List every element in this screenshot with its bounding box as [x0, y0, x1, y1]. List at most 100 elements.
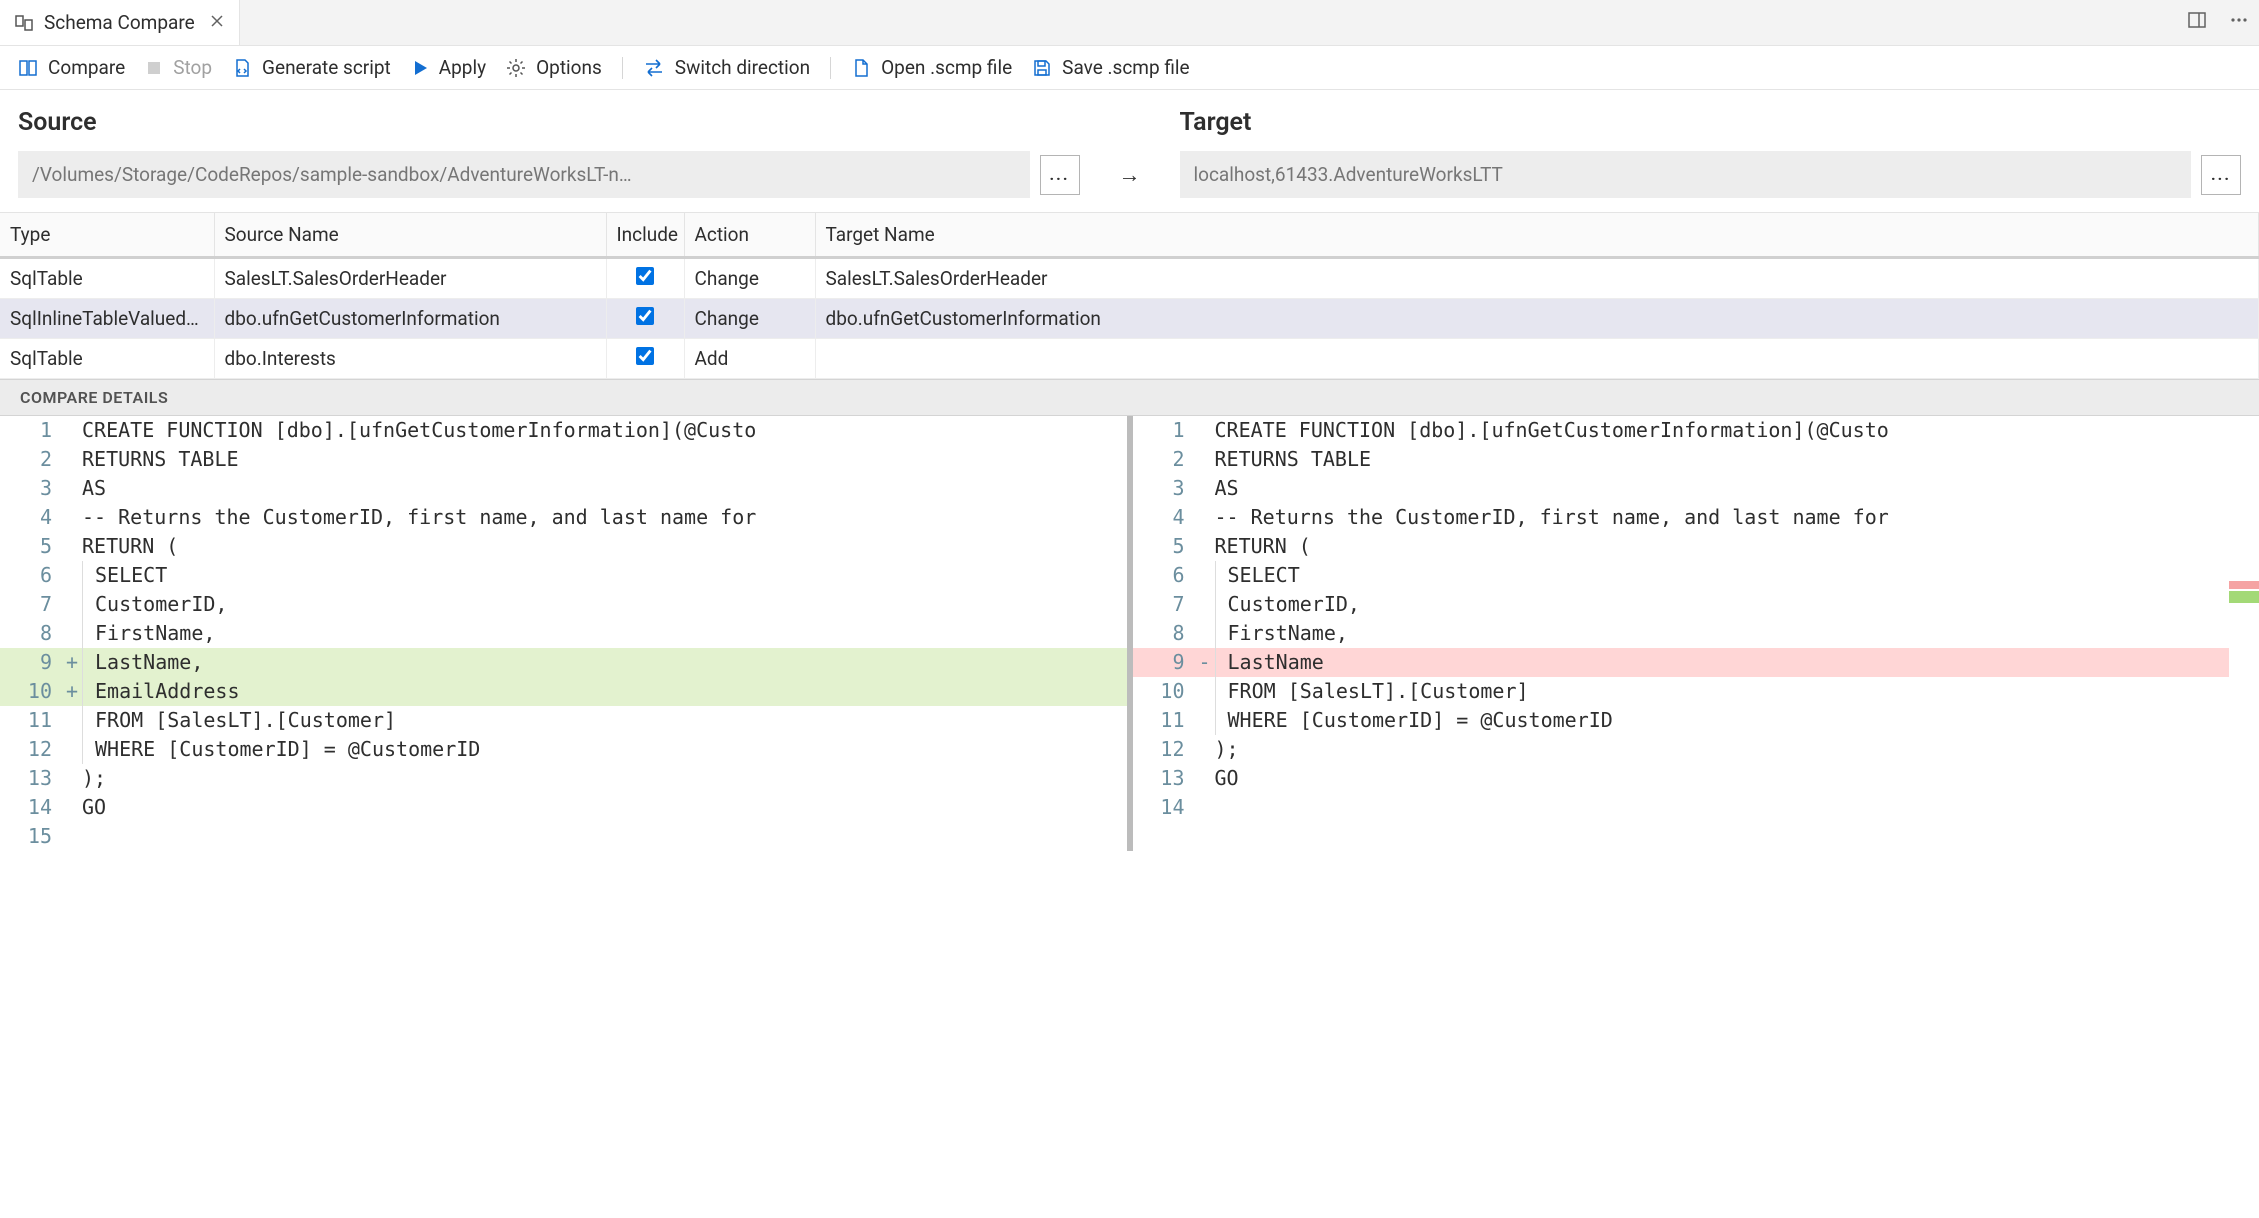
generate-script-button[interactable]: Generate script: [232, 56, 391, 79]
cell-include: [606, 299, 684, 339]
stop-label: Stop: [173, 56, 212, 79]
source-heading: Source: [18, 108, 1080, 137]
cell-source: SalesLT.SalesOrderHeader: [214, 258, 606, 299]
line-number: 12: [1133, 735, 1199, 764]
code-line: 11FROM [SalesLT].[Customer]: [0, 706, 1127, 735]
open-scmp-button[interactable]: Open .scmp file: [851, 56, 1012, 79]
line-text: GO: [80, 793, 1127, 822]
save-scmp-button[interactable]: Save .scmp file: [1032, 56, 1189, 79]
source-browse-button[interactable]: ...: [1040, 155, 1080, 195]
more-icon[interactable]: [2225, 6, 2253, 39]
line-number: 9: [1133, 648, 1199, 677]
toolbar-divider: [830, 57, 831, 79]
toolbar: Compare Stop Generate script Apply Optio…: [0, 46, 2259, 90]
minimap[interactable]: [2229, 416, 2259, 851]
options-label: Options: [536, 56, 602, 79]
include-checkbox[interactable]: [636, 347, 654, 365]
line-text: EmailAddress: [80, 677, 1127, 706]
diff-sign: [1199, 416, 1213, 445]
compare-label: Compare: [48, 56, 125, 79]
play-icon: [411, 59, 429, 77]
table-row[interactable]: SqlInlineTableValuedFu…dbo.ufnGetCustome…: [0, 299, 2259, 339]
include-checkbox[interactable]: [636, 267, 654, 285]
cell-action: Change: [684, 258, 815, 299]
code-line: 14: [1133, 793, 2259, 822]
diff-view: 1CREATE FUNCTION [dbo].[ufnGetCustomerIn…: [0, 416, 2259, 851]
col-action[interactable]: Action: [684, 213, 815, 258]
switch-direction-button[interactable]: Switch direction: [643, 56, 810, 79]
line-number: 5: [1133, 532, 1199, 561]
diff-sign: [66, 706, 80, 735]
col-type[interactable]: Type: [0, 213, 214, 258]
compare-button[interactable]: Compare: [18, 56, 125, 79]
line-number: 12: [0, 735, 66, 764]
cell-include: [606, 339, 684, 379]
code-line: 12);: [1133, 735, 2259, 764]
line-text: CustomerID,: [80, 590, 1127, 619]
table-row[interactable]: SqlTabledbo.InterestsAdd: [0, 339, 2259, 379]
generate-label: Generate script: [262, 56, 391, 79]
target-path[interactable]: localhost,61433.AdventureWorksLTT: [1180, 151, 2192, 198]
diff-source-pane[interactable]: 1CREATE FUNCTION [dbo].[ufnGetCustomerIn…: [0, 416, 1133, 851]
code-line: 6SELECT: [1133, 561, 2259, 590]
col-source[interactable]: Source Name: [214, 213, 606, 258]
cell-target: dbo.ufnGetCustomerInformation: [815, 299, 2259, 339]
line-text: CREATE FUNCTION [dbo].[ufnGetCustomerInf…: [80, 416, 1127, 445]
cell-action: Add: [684, 339, 815, 379]
code-line: 10FROM [SalesLT].[Customer]: [1133, 677, 2259, 706]
code-line: 10+EmailAddress: [0, 677, 1127, 706]
code-line: 2RETURNS TABLE: [0, 445, 1127, 474]
line-number: 13: [0, 764, 66, 793]
line-text: -- Returns the CustomerID, first name, a…: [1213, 503, 2259, 532]
code-line: 8FirstName,: [0, 619, 1127, 648]
tab-schema-compare[interactable]: Schema Compare: [0, 0, 240, 45]
stop-icon: [145, 59, 163, 77]
cell-include: [606, 258, 684, 299]
line-text: FirstName,: [1213, 619, 2259, 648]
line-text: );: [80, 764, 1127, 793]
include-checkbox[interactable]: [636, 307, 654, 325]
source-path[interactable]: /Volumes/Storage/CodeRepos/sample-sandbo…: [18, 151, 1030, 198]
line-text: RETURNS TABLE: [80, 445, 1127, 474]
diff-sign: [1199, 445, 1213, 474]
line-text: CustomerID,: [1213, 590, 2259, 619]
diff-sign: [66, 619, 80, 648]
code-line: 15: [0, 822, 1127, 851]
line-number: 1: [1133, 416, 1199, 445]
open-label: Open .scmp file: [881, 56, 1012, 79]
line-text: SELECT: [80, 561, 1127, 590]
cell-target: SalesLT.SalesOrderHeader: [815, 258, 2259, 299]
line-text: LastName,: [80, 648, 1127, 677]
line-text: FROM [SalesLT].[Customer]: [80, 706, 1127, 735]
code-line: 9-LastName: [1133, 648, 2259, 677]
col-include[interactable]: Include: [606, 213, 684, 258]
diff-sign: [1199, 474, 1213, 503]
cell-type: SqlTable: [0, 339, 214, 379]
cell-action: Change: [684, 299, 815, 339]
apply-button[interactable]: Apply: [411, 56, 486, 79]
toolbar-divider: [622, 57, 623, 79]
line-number: 11: [1133, 706, 1199, 735]
layout-icon[interactable]: [2183, 6, 2211, 39]
code-line: 2RETURNS TABLE: [1133, 445, 2259, 474]
line-text: AS: [80, 474, 1127, 503]
diff-target-pane[interactable]: 1CREATE FUNCTION [dbo].[ufnGetCustomerIn…: [1133, 416, 2259, 851]
target-heading: Target: [1180, 108, 2242, 137]
col-target[interactable]: Target Name: [815, 213, 2259, 258]
code-line: 11WHERE [CustomerID] = @CustomerID: [1133, 706, 2259, 735]
target-browse-button[interactable]: ...: [2201, 155, 2241, 195]
line-text: [80, 822, 1127, 851]
gear-icon: [506, 58, 526, 78]
diff-sign: [66, 735, 80, 764]
close-icon[interactable]: [205, 7, 229, 38]
line-text: [1213, 793, 2259, 822]
options-button[interactable]: Options: [506, 56, 602, 79]
line-number: 8: [1133, 619, 1199, 648]
line-text: SELECT: [1213, 561, 2259, 590]
compare-results-table: Type Source Name Include Action Target N…: [0, 212, 2259, 379]
table-row[interactable]: SqlTableSalesLT.SalesOrderHeaderChangeSa…: [0, 258, 2259, 299]
code-line: 13);: [0, 764, 1127, 793]
cell-target: [815, 339, 2259, 379]
line-number: 14: [1133, 793, 1199, 822]
line-number: 9: [0, 648, 66, 677]
